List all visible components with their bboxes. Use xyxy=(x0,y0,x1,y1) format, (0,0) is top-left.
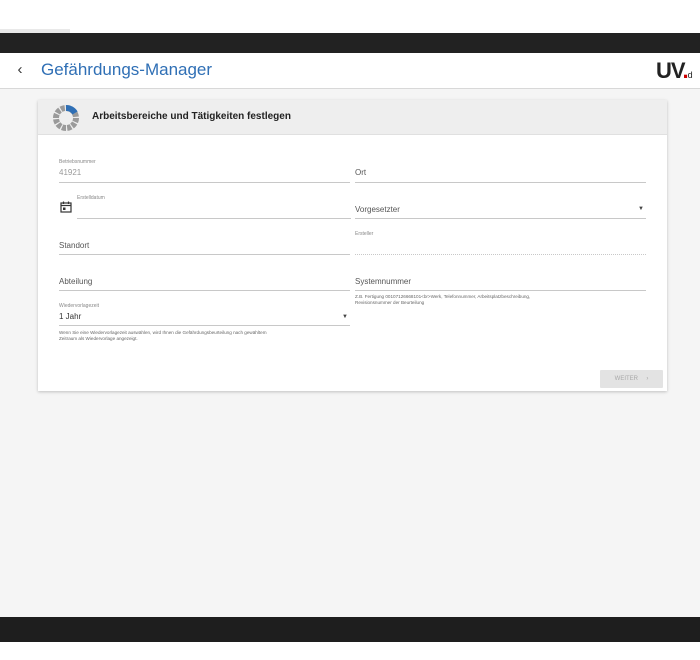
systemnummer-hint: Z.B. Fertigung 00107126668101<br>Werk, T… xyxy=(355,294,646,306)
calendar-icon[interactable] xyxy=(60,201,72,213)
wiedervorlagezeit-underline xyxy=(59,325,350,326)
systemnummer-underline xyxy=(355,290,646,291)
systemnummer-placeholder: Systemnummer xyxy=(355,277,412,286)
wiedervorlagezeit-hint-line2: Zeitraum als Wiedervorlage angezeigt. xyxy=(59,336,138,341)
vorgesetzter-placeholder: Vorgesetzter xyxy=(355,205,400,214)
app-title: Gefährdungs-Manager xyxy=(41,60,213,79)
vorgesetzter-dropdown-arrow-icon[interactable]: ▼ xyxy=(638,206,644,212)
systemnummer-input[interactable]: Systemnummer xyxy=(355,264,646,292)
window-bottom-area xyxy=(0,642,700,660)
abteilung-underline xyxy=(59,290,350,291)
back-chevron-icon[interactable]: ‹ xyxy=(12,61,28,79)
wiedervorlagezeit-value: 1 Jahr xyxy=(59,312,82,321)
uv-logo: UV.d xyxy=(656,58,693,84)
ersteller-underline xyxy=(355,254,646,256)
standort-underline xyxy=(59,254,350,255)
wiedervorlagezeit-hint: Wenn Sie eine Wiedervorlagezeit auswähle… xyxy=(59,330,359,342)
betriebsnummer-label: Betriebsnummer xyxy=(59,159,96,165)
standort-placeholder: Standort xyxy=(59,241,90,250)
app-header: ‹ Gefährdungs-Manager UV.d xyxy=(0,53,700,89)
vorgesetzter-underline xyxy=(355,218,646,219)
abteilung-placeholder: Abteilung xyxy=(59,277,93,286)
standort-input[interactable]: Standort xyxy=(59,228,350,256)
wiedervorlagezeit-label: Wiedervorlagezeit xyxy=(59,303,100,309)
vorgesetzter-select[interactable]: Vorgesetzter ▼ xyxy=(355,192,646,220)
progress-ring-icon xyxy=(53,105,79,131)
betriebsnummer-field[interactable]: Betriebsnummer 41921 xyxy=(59,156,350,184)
systemnummer-hint-line2: Revisionsnummer der Beurteilung xyxy=(355,300,425,305)
form-card: Arbeitsbereiche und Tätigkeiten festlege… xyxy=(38,100,667,391)
logo-suffix: d xyxy=(687,70,693,80)
abteilung-input[interactable]: Abteilung xyxy=(59,264,350,292)
ersteller-label: Ersteller xyxy=(355,231,374,237)
top-system-bar xyxy=(0,33,700,53)
bottom-system-bar xyxy=(0,617,700,642)
weiter-button[interactable]: WEITER › xyxy=(600,370,663,388)
logo-main: UV xyxy=(656,58,684,83)
erstelldatum-field[interactable]: Erstelldatum xyxy=(77,192,351,220)
window-top-area xyxy=(0,0,700,33)
erstelldatum-underline xyxy=(77,218,351,219)
ersteller-field[interactable]: Ersteller xyxy=(355,228,646,256)
ort-underline xyxy=(355,182,646,183)
ort-placeholder: Ort xyxy=(355,168,367,177)
ort-input[interactable]: Ort xyxy=(355,156,646,184)
betriebsnummer-underline xyxy=(59,182,350,183)
betriebsnummer-value: 41921 xyxy=(59,168,82,177)
card-header: Arbeitsbereiche und Tätigkeiten festlege… xyxy=(38,100,667,135)
weiter-label: WEITER xyxy=(614,376,638,382)
card-title: Arbeitsbereiche und Tätigkeiten festlege… xyxy=(92,111,291,122)
chevron-right-icon: › xyxy=(646,376,649,382)
wiedervorlagezeit-dropdown-arrow-icon[interactable]: ▼ xyxy=(342,314,348,320)
wiedervorlagezeit-select[interactable]: Wiedervorlagezeit 1 Jahr ▼ xyxy=(59,299,350,327)
erstelldatum-label: Erstelldatum xyxy=(77,195,105,201)
